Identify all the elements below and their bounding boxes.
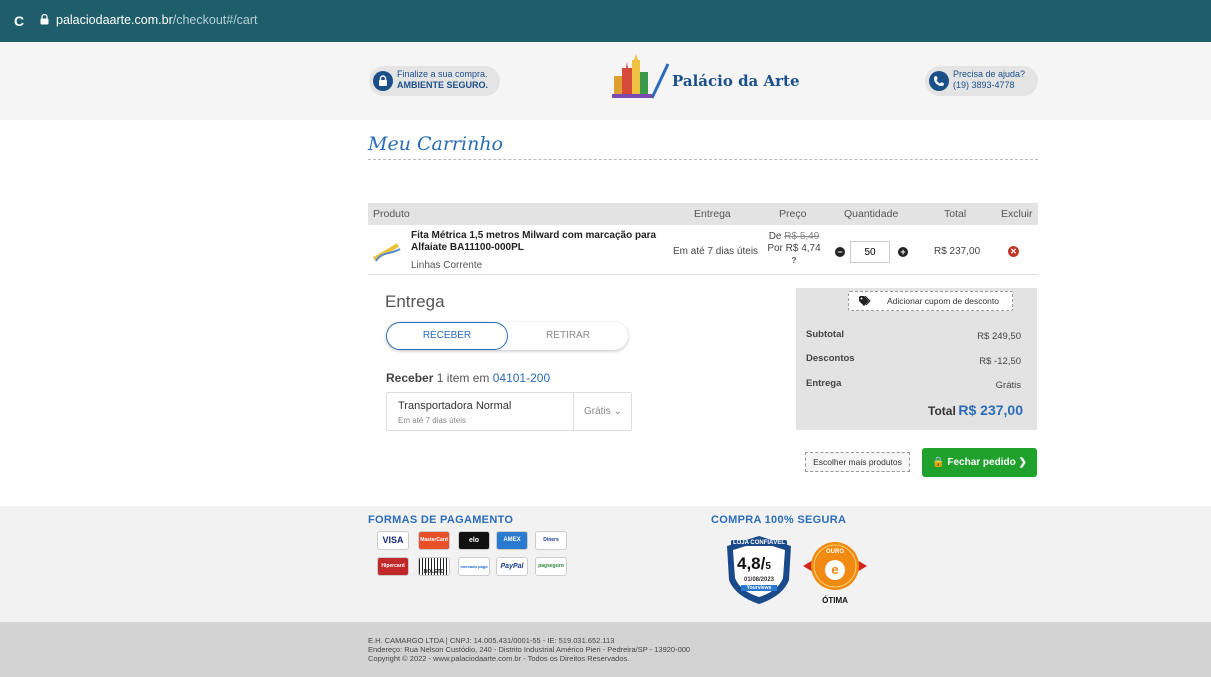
price-from-label: De: [768, 231, 785, 242]
help-pill[interactable]: Precisa de ajuda? (19) 3893-4778: [925, 66, 1038, 96]
lock-icon: [40, 14, 49, 25]
total-value: R$ 237,00: [958, 402, 1023, 418]
subtotal-label: Subtotal: [806, 329, 844, 340]
gold-label: OURO: [826, 549, 844, 555]
col-quantity: Quantidade: [844, 208, 899, 220]
page-title: Meu Carrinho: [368, 133, 503, 155]
order-summary: Adicionar cupom de desconto Subtotal R$ …: [796, 288, 1037, 430]
svg-text:e: e: [831, 562, 838, 577]
col-total: Total: [944, 208, 967, 220]
col-delivery: Entrega: [694, 208, 731, 220]
diners-card-icon: Diners: [535, 531, 567, 550]
receive-label: Receber: [386, 371, 434, 385]
secure-line1: Finalize a sua compra.: [397, 69, 488, 79]
brand-logo[interactable]: Palácio da Arte: [612, 54, 812, 104]
remove-item-button[interactable]: ✕: [1008, 246, 1019, 257]
pagseguro-icon: pagseguro: [535, 557, 567, 576]
brand-name: Palácio da Arte: [672, 72, 800, 90]
total-label: Total: [928, 404, 956, 418]
shipping-destination: Receber 1 item em 04101-200: [386, 371, 550, 385]
checkout-button[interactable]: 🔒 Fechar pedido ❯: [922, 448, 1037, 477]
quantity-increase-button[interactable]: +: [898, 247, 908, 257]
trusted-score: 4,8/: [737, 554, 766, 573]
legal-footer: E.H. CAMARGO LTDA | CNPJ: 14.005.431/000…: [0, 622, 1211, 677]
product-delivery-time: Em até 7 dias úteis: [673, 246, 759, 257]
elo-card-icon: elo: [458, 531, 490, 550]
shipping-value: Grátis: [995, 380, 1021, 391]
product-brand: Linhas Corrente: [411, 260, 483, 271]
mastercard-icon: MasterCard: [418, 531, 450, 550]
product-price: De R$ 5,49 Por R$ 4,74 ?: [764, 231, 824, 267]
phone-icon: [929, 71, 949, 91]
col-remove: Excluir: [1001, 208, 1033, 220]
col-price: Preço: [779, 208, 807, 220]
help-phone: (19) 3893-4778: [953, 80, 1015, 90]
trusted-label: LOJA CONFIÁVEL: [731, 540, 787, 546]
browser-toolbar: C palaciodaarte.com.br/checkout#/cart: [0, 0, 1211, 42]
footer: FORMAS DE PAGAMENTO COMPRA 100% SEGURA V…: [0, 506, 1211, 622]
trusted-date: 01/08/2023: [743, 577, 775, 583]
palace-logo-icon: [612, 54, 670, 99]
mercado-pago-icon: mercado pago: [458, 557, 490, 576]
amex-card-icon: AMEX: [496, 531, 528, 550]
secure-checkout-pill: Finalize a sua compra. AMBIENTE SEGURO.: [369, 66, 500, 96]
product-name[interactable]: Fita Métrica 1,5 metros Milward com marc…: [411, 230, 661, 254]
gold-rating-badge[interactable]: e OURO ÓTIMA: [803, 536, 867, 610]
site-header: Finalize a sua compra. AMBIENTE SEGURO. …: [0, 42, 1211, 120]
title-divider: [368, 159, 1038, 160]
hipercard-icon: Hipercard: [377, 557, 409, 576]
price-info-icon[interactable]: ?: [764, 255, 824, 267]
legal-address: Endereço: Rua Nelson Custódio, 240 - Dis…: [368, 645, 691, 654]
trusted-score-max: 5: [765, 561, 771, 572]
legal-company: E.H. CAMARGO LTDA | CNPJ: 14.005.431/000…: [368, 636, 615, 645]
secure-purchase-title: COMPRA 100% SEGURA: [711, 514, 847, 526]
cep-link[interactable]: 04101-200: [493, 371, 550, 385]
shipping-option-time: Em até 7 dias úteis: [398, 416, 467, 425]
col-product: Produto: [373, 208, 410, 220]
tab-receive[interactable]: RECEBER: [386, 322, 508, 350]
yourviews-label: Yourviews: [741, 585, 777, 591]
trusted-store-badge[interactable]: LOJA CONFIÁVEL 4,8/5 01/08/2023 Yourview…: [723, 534, 795, 606]
shipping-option-name: Transportadora Normal: [398, 400, 512, 412]
shipping-option-price[interactable]: Grátis ⌄: [573, 393, 622, 430]
delivery-mode-toggle: RECEBER RETIRAR: [386, 322, 628, 350]
add-coupon-button[interactable]: Adicionar cupom de desconto: [848, 291, 1013, 311]
shipping-option[interactable]: Transportadora Normal Em até 7 dias útei…: [386, 392, 632, 431]
product-image[interactable]: [372, 241, 402, 263]
ebit-medal-icon: e: [803, 542, 867, 590]
shipping-label: Entrega: [806, 378, 842, 389]
shipping-title: Entrega: [385, 292, 445, 311]
price-from: R$ 5,49: [784, 231, 820, 242]
url-path: /checkout#/cart: [172, 13, 258, 27]
legal-copyright: Copyright © 2022 - www.palaciodaarte.com…: [368, 654, 630, 663]
gold-rating: ÓTIMA: [822, 596, 848, 605]
tag-icon: [859, 296, 871, 306]
boleto-icon: BOLETO: [418, 557, 450, 576]
discount-value: R$ -12,50: [979, 356, 1021, 367]
quantity-decrease-button[interactable]: −: [835, 247, 845, 257]
paypal-icon: PayPal: [496, 557, 528, 576]
product-total: R$ 237,00: [934, 246, 981, 257]
secure-line2: AMBIENTE SEGURO.: [397, 80, 489, 90]
visa-card-icon: VISA: [377, 531, 409, 550]
discount-label: Descontos: [806, 353, 855, 364]
reload-icon[interactable]: C: [14, 13, 24, 29]
receive-text: 1 item em: [433, 371, 493, 385]
continue-shopping-button[interactable]: Escolher mais produtos: [805, 452, 910, 472]
cart-table-header: Produto Entrega Preço Quantidade Total E…: [368, 203, 1038, 225]
address-bar[interactable]: palaciodaarte.com.br/checkout#/cart: [56, 13, 258, 27]
tab-pickup[interactable]: RETIRAR: [508, 322, 628, 350]
table-row: Fita Métrica 1,5 metros Milward com marc…: [368, 227, 1038, 275]
padlock-icon: [373, 71, 393, 91]
coupon-label: Adicionar cupom de desconto: [887, 296, 999, 306]
url-domain: palaciodaarte.com.br: [56, 13, 173, 27]
price-current: Por R$ 4,74: [767, 243, 821, 254]
help-line1: Precisa de ajuda?: [953, 69, 1026, 79]
quantity-input[interactable]: [850, 241, 890, 263]
subtotal-value: R$ 249,50: [977, 331, 1021, 342]
payment-methods-title: FORMAS DE PAGAMENTO: [368, 514, 514, 526]
